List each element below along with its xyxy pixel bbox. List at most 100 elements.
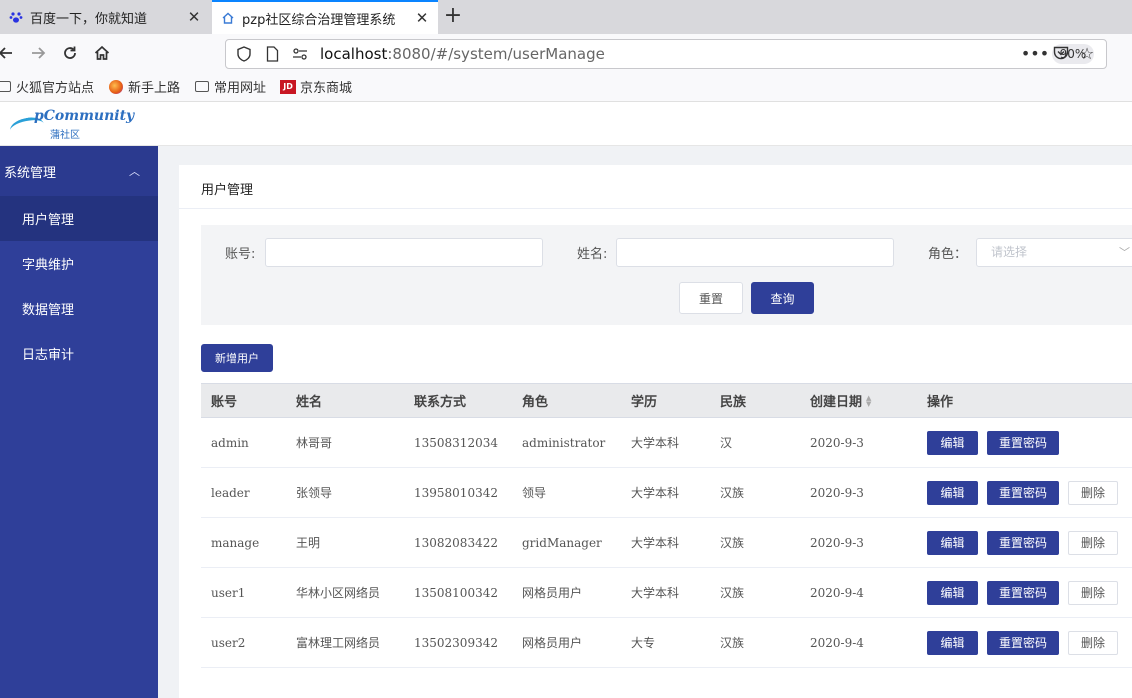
edit-button[interactable]: 编辑 <box>927 430 978 455</box>
table-row: user2 富林理工网络员 13502309342 网格员用户 大专 汉族 2020-9-4… <box>201 618 1132 668</box>
url-text[interactable]: localhost:8080/#/system/userManage <box>320 45 1052 63</box>
back-arrow-icon[interactable] <box>0 37 22 69</box>
page-icon[interactable] <box>262 44 282 64</box>
content-card: 用户管理 账号: 姓名: 角色： 请选择 ﹀ 重置 查询 新增用户 账号 姓名 … <box>179 165 1132 698</box>
reset-password-button[interactable]: 重置密码 <box>987 630 1059 655</box>
edit-button[interactable]: 编辑 <box>927 630 978 655</box>
cell-actions: 编辑 重置密码 删除 <box>927 568 1127 617</box>
cell-actions: 编辑 重置密码 删除 <box>927 468 1127 517</box>
reload-icon[interactable] <box>54 37 86 69</box>
name-input[interactable] <box>616 238 894 267</box>
more-actions-icon[interactable]: ••• <box>1021 40 1049 66</box>
cell-account: leader <box>211 485 250 500</box>
url-host: localhost <box>320 45 388 63</box>
sort-icon[interactable]: ▲ ▼ <box>866 394 871 407</box>
cell-name: 华林小区网络员 <box>296 586 381 600</box>
sidebar-item-label: 日志审计 <box>22 348 75 363</box>
header-phone[interactable]: 联系方式 <box>414 384 466 417</box>
chevron-down-icon: ﹀ <box>1119 246 1130 259</box>
cell-role: gridManager <box>522 535 602 550</box>
user-table: 账号 姓名 联系方式 角色 学历 民族 创建日期 ▲ ▼ 操作 admin 林哥哥 1… <box>201 383 1132 668</box>
cell-education: 大学本科 <box>631 436 680 450</box>
edit-button[interactable]: 编辑 <box>927 530 978 555</box>
tab-title: 百度一下，你就知道 <box>30 11 148 27</box>
table-row: user1 华林小区网络员 13508100342 网格员用户 大学本科 汉族 2020-9… <box>201 568 1132 618</box>
close-icon[interactable]: ✕ <box>186 8 202 26</box>
pocket-icon[interactable] <box>1048 40 1074 66</box>
logo-text: pCommunity <box>34 108 135 124</box>
main-content: 用户管理 账号: 姓名: 角色： 请选择 ﹀ 重置 查询 新增用户 账号 姓名 … <box>158 146 1132 698</box>
logo-subtext: 蒲社区 <box>50 130 80 141</box>
browser-tab-bar: 百度一下，你就知道 ✕ pzp社区综合治理管理系统 ✕ + <box>0 0 1132 34</box>
bookmark-firefox-official[interactable]: 火狐官方站点 <box>0 77 94 96</box>
account-input[interactable] <box>265 238 543 267</box>
sidebar-group-system[interactable]: 系统管理 ︿ <box>0 146 158 196</box>
header-role[interactable]: 角色 <box>522 384 548 417</box>
browser-nav-bar: localhost:8080/#/system/userManage 90% •… <box>0 34 1132 72</box>
role-select[interactable]: 请选择 ﹀ <box>976 238 1132 267</box>
cell-name: 张领导 <box>296 486 333 500</box>
cell-ethnicity: 汉族 <box>720 636 745 650</box>
cell-phone: 13082083422 <box>414 535 498 550</box>
app-logo[interactable]: pCommunity 蒲社区 <box>8 108 134 142</box>
reset-password-button[interactable]: 重置密码 <box>987 430 1059 455</box>
permissions-icon[interactable] <box>290 44 310 64</box>
header-name[interactable]: 姓名 <box>296 384 322 417</box>
bookmark-jd[interactable]: JD 京东商城 <box>280 77 352 96</box>
delete-button[interactable]: 删除 <box>1068 530 1118 555</box>
sidebar-item-data-manage[interactable]: 数据管理 <box>0 286 158 331</box>
cell-education: 大学本科 <box>631 536 680 550</box>
cell-name: 富林理工网络员 <box>296 636 381 650</box>
cell-phone: 13508100342 <box>414 585 498 600</box>
cell-account: manage <box>211 535 260 550</box>
star-icon[interactable]: ☆ <box>1074 40 1100 66</box>
table-body: admin 林哥哥 13508312034 administrator 大学本科 汉 202… <box>201 418 1132 668</box>
delete-button[interactable]: 删除 <box>1068 580 1118 605</box>
page-title: 用户管理 <box>201 183 254 198</box>
cell-ethnicity: 汉族 <box>720 486 745 500</box>
browser-tab-baidu[interactable]: 百度一下，你就知道 ✕ <box>0 0 210 34</box>
bookmark-common-sites[interactable]: 常用网址 <box>194 77 266 96</box>
header-account[interactable]: 账号 <box>211 384 237 417</box>
forward-arrow-icon[interactable] <box>22 37 54 69</box>
url-path: :8080/#/system/userManage <box>387 45 605 63</box>
table-header-row: 账号 姓名 联系方式 角色 学历 民族 创建日期 ▲ ▼ 操作 <box>201 384 1132 418</box>
header-education[interactable]: 学历 <box>631 384 657 417</box>
reset-button[interactable]: 重置 <box>679 282 743 314</box>
edit-button[interactable]: 编辑 <box>927 580 978 605</box>
chevron-up-icon: ︿ <box>129 165 140 178</box>
sidebar-item-log-audit[interactable]: 日志审计 <box>0 331 158 376</box>
header-actions: 操作 <box>927 395 954 410</box>
cell-education: 大学本科 <box>631 486 680 500</box>
bookmark-label: 京东商城 <box>300 81 353 96</box>
reset-password-button[interactable]: 重置密码 <box>987 580 1059 605</box>
folder-icon <box>194 80 210 94</box>
sidebar-group-label: 系统管理 <box>4 165 57 181</box>
shield-icon[interactable] <box>234 44 254 64</box>
cell-role: 网格员用户 <box>522 636 583 650</box>
delete-button[interactable]: 删除 <box>1068 480 1118 505</box>
close-icon[interactable]: ✕ <box>414 9 430 27</box>
header-created-date[interactable]: 创建日期 ▲ ▼ <box>810 384 871 417</box>
reset-password-button[interactable]: 重置密码 <box>987 530 1059 555</box>
url-bar[interactable]: localhost:8080/#/system/userManage 90% <box>225 39 1107 69</box>
cell-created-date: 2020-9-4 <box>810 585 864 600</box>
header-created-label: 创建日期 <box>810 395 863 410</box>
query-button[interactable]: 查询 <box>751 282 814 314</box>
sidebar-item-user-manage[interactable]: 用户管理 <box>0 196 158 241</box>
reset-password-button[interactable]: 重置密码 <box>987 480 1059 505</box>
new-tab-button[interactable]: + <box>440 4 466 30</box>
bookmark-getting-started[interactable]: 新手上路 <box>108 77 180 96</box>
delete-button[interactable]: 删除 <box>1068 630 1118 655</box>
cell-ethnicity: 汉 <box>720 436 733 450</box>
sidebar-item-dictionary[interactable]: 字典维护 <box>0 241 158 286</box>
cell-account: admin <box>211 435 249 450</box>
add-user-button[interactable]: 新增用户 <box>201 344 273 372</box>
cell-education: 大专 <box>631 636 656 650</box>
home-icon[interactable] <box>86 37 118 69</box>
edit-button[interactable]: 编辑 <box>927 480 978 505</box>
sidebar-item-label: 数据管理 <box>22 303 75 318</box>
account-label: 账号: <box>225 247 256 262</box>
header-ethnicity[interactable]: 民族 <box>720 384 746 417</box>
browser-tab-pzp[interactable]: pzp社区综合治理管理系统 ✕ <box>212 0 438 34</box>
